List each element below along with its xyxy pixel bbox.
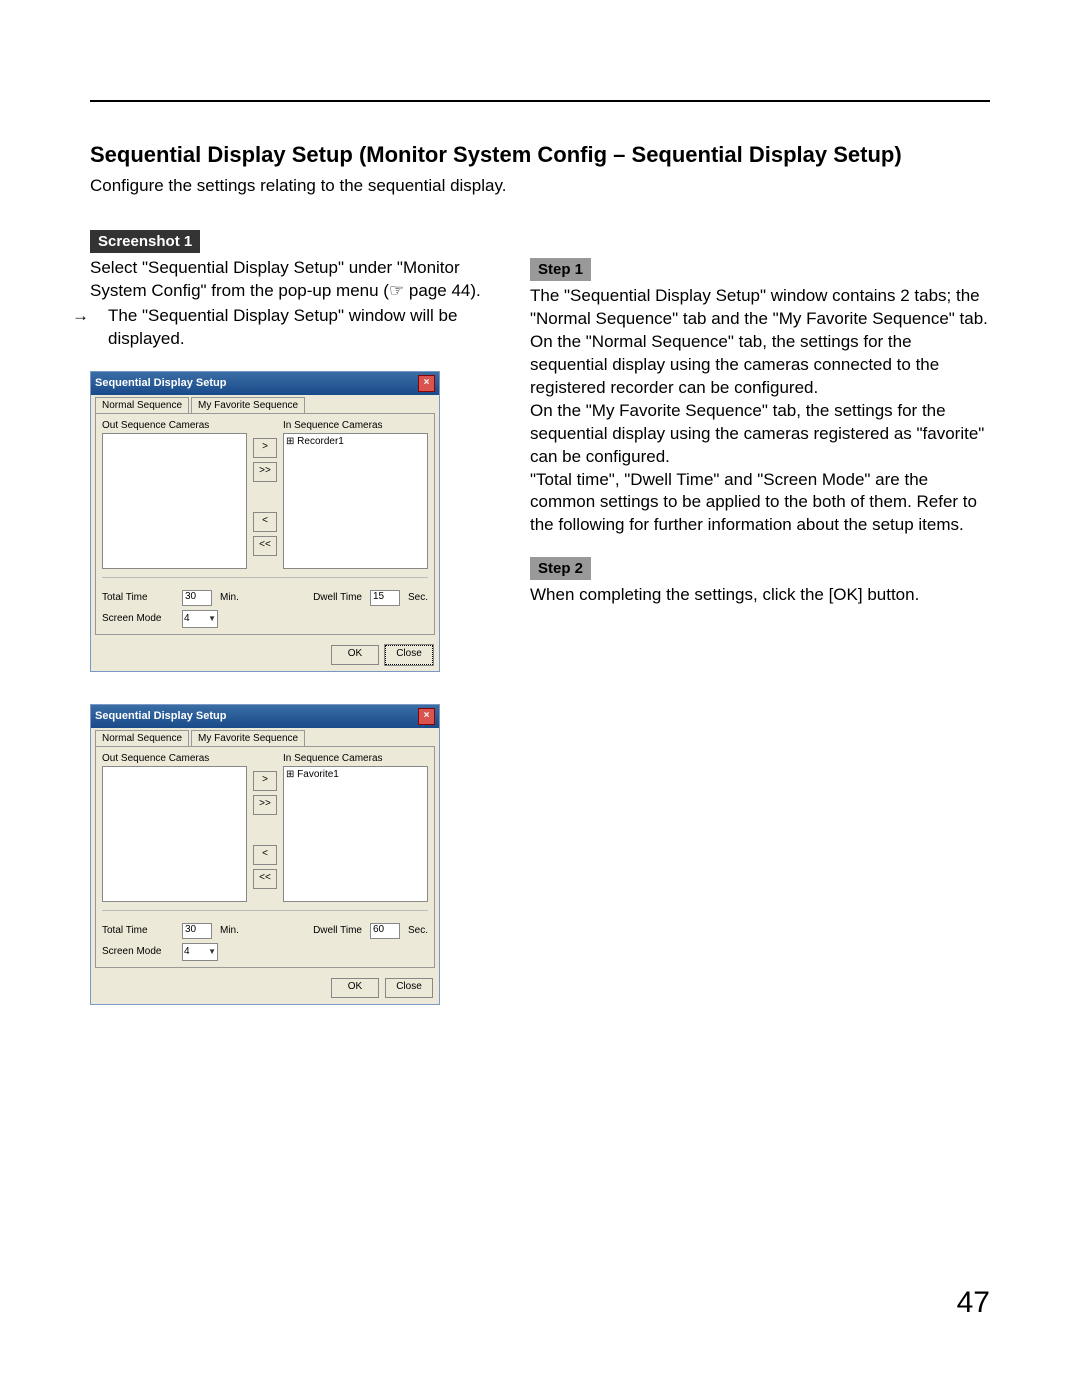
move-left-all-button[interactable]: << [253,869,277,889]
close-icon[interactable]: × [418,375,435,392]
close-button[interactable]: Close [385,978,433,998]
chevron-down-icon: ▼ [208,614,216,623]
ok-button[interactable]: OK [331,645,379,665]
dwell-time-unit: Sec. [408,925,428,936]
tab-my-favorite-sequence[interactable]: My Favorite Sequence [191,730,305,746]
dwell-time-label: Dwell Time [290,592,362,603]
screen-mode-select[interactable]: 4▼ [182,943,218,961]
chevron-down-icon: ▼ [208,947,216,956]
tab-strip: Normal Sequence My Favorite Sequence [91,728,439,746]
tree-item-favorite[interactable]: Favorite1 [286,769,425,780]
out-sequence-list[interactable] [102,433,247,569]
ok-button[interactable]: OK [331,978,379,998]
total-time-input[interactable]: 30 [182,923,212,939]
screenshot-tag: Screenshot 1 [90,230,200,253]
tree-item-recorder[interactable]: Recorder1 [286,436,425,447]
step2-text: When completing the settings, click the … [530,584,990,607]
total-time-label: Total Time [102,925,174,936]
intro-text: Configure the settings relating to the s… [90,176,990,196]
dwell-time-unit: Sec. [408,592,428,603]
top-rule [90,100,990,102]
dwell-time-label: Dwell Time [290,925,362,936]
move-left-all-button[interactable]: << [253,536,277,556]
out-sequence-label: Out Sequence Cameras [102,420,247,431]
arrow-icon: → [90,305,108,328]
total-time-label: Total Time [102,592,174,603]
out-sequence-list[interactable] [102,766,247,902]
dwell-time-input[interactable]: 60 [370,923,400,939]
in-sequence-label: In Sequence Cameras [283,753,428,764]
dialog-titlebar: Sequential Display Setup × [91,705,439,728]
step2-tag: Step 2 [530,557,591,580]
dialog-normal-sequence: Sequential Display Setup × Normal Sequen… [90,371,440,672]
move-buttons: > >> < << [253,753,277,902]
screenshot-text-a: Select "Sequential Display Setup" under … [90,257,490,303]
in-sequence-list[interactable]: Favorite1 [283,766,428,902]
in-sequence-label: In Sequence Cameras [283,420,428,431]
total-time-input[interactable]: 30 [182,590,212,606]
screen-mode-label: Screen Mode [102,613,174,624]
move-right-all-button[interactable]: >> [253,462,277,482]
tab-panel: Out Sequence Cameras > >> < << In Sequen… [95,746,435,968]
in-sequence-list[interactable]: Recorder1 [283,433,428,569]
close-button[interactable]: Close [385,645,433,665]
dialog-title: Sequential Display Setup [95,377,226,389]
move-right-button[interactable]: > [253,438,277,458]
total-time-unit: Min. [220,925,239,936]
tab-panel: Out Sequence Cameras > >> < << In Sequen… [95,413,435,635]
dialog-favorite-sequence: Sequential Display Setup × Normal Sequen… [90,704,440,1005]
tab-normal-sequence[interactable]: Normal Sequence [95,730,189,746]
dialog-titlebar: Sequential Display Setup × [91,372,439,395]
section-title: Sequential Display Setup (Monitor System… [90,142,990,168]
tab-strip: Normal Sequence My Favorite Sequence [91,395,439,413]
screen-mode-select[interactable]: 4▼ [182,610,218,628]
step1-tag: Step 1 [530,258,591,281]
dwell-time-input[interactable]: 15 [370,590,400,606]
screen-mode-label: Screen Mode [102,946,174,957]
step1-text: The "Sequential Display Setup" window co… [530,285,990,537]
move-left-button[interactable]: < [253,845,277,865]
tab-my-favorite-sequence[interactable]: My Favorite Sequence [191,397,305,413]
move-right-button[interactable]: > [253,771,277,791]
move-buttons: > >> < << [253,420,277,569]
dialog-title: Sequential Display Setup [95,710,226,722]
close-icon[interactable]: × [418,708,435,725]
total-time-unit: Min. [220,592,239,603]
screenshot-text-b: →The "Sequential Display Setup" window w… [90,305,490,351]
tab-normal-sequence[interactable]: Normal Sequence [95,397,189,413]
move-left-button[interactable]: < [253,512,277,532]
out-sequence-label: Out Sequence Cameras [102,753,247,764]
page-number: 47 [957,1286,990,1320]
move-right-all-button[interactable]: >> [253,795,277,815]
